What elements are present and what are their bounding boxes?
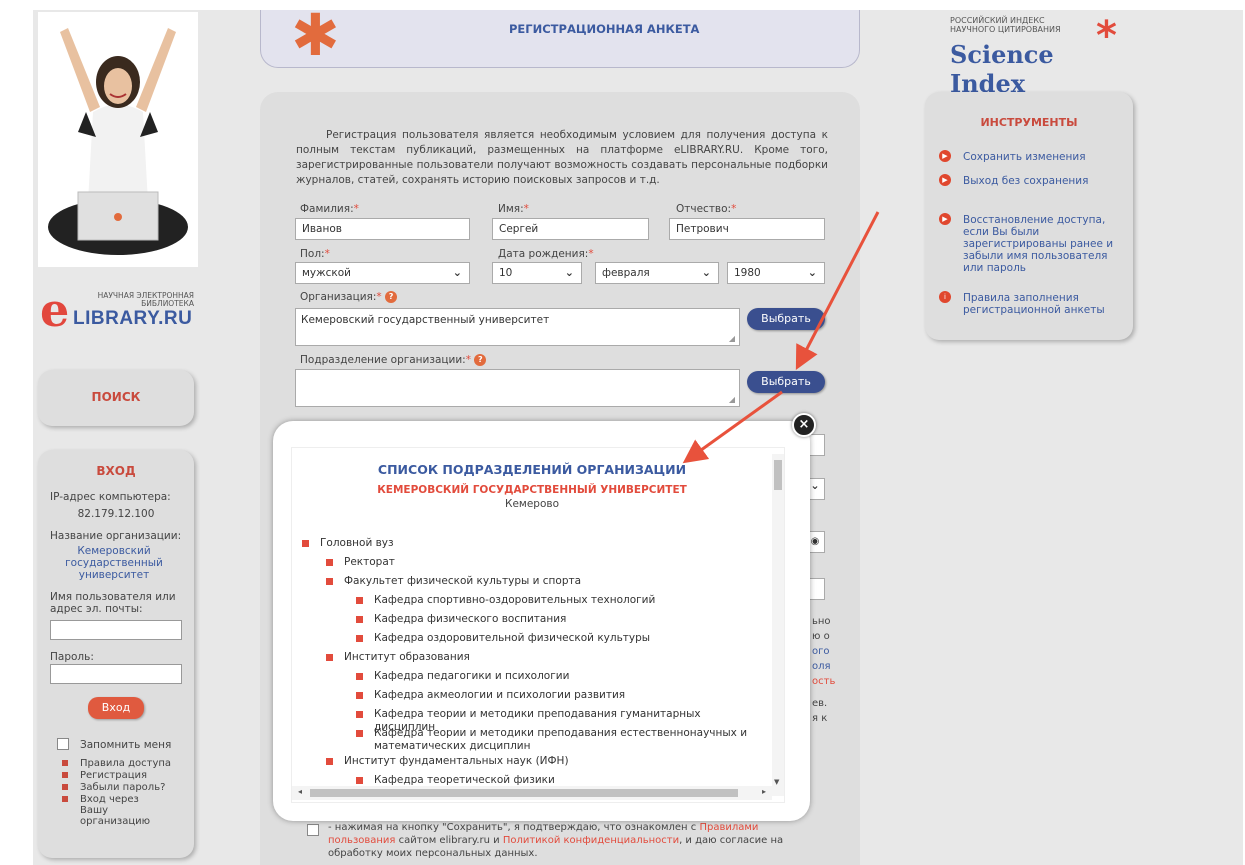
arrow-to-modal-title bbox=[682, 390, 783, 464]
arrow-to-select-button bbox=[795, 211, 880, 370]
annotation-arrows bbox=[682, 211, 880, 464]
page: e НАУЧНАЯ ЭЛЕКТРОННАЯ БИБЛИОТЕКА LIBRARY.… bbox=[0, 0, 1245, 865]
